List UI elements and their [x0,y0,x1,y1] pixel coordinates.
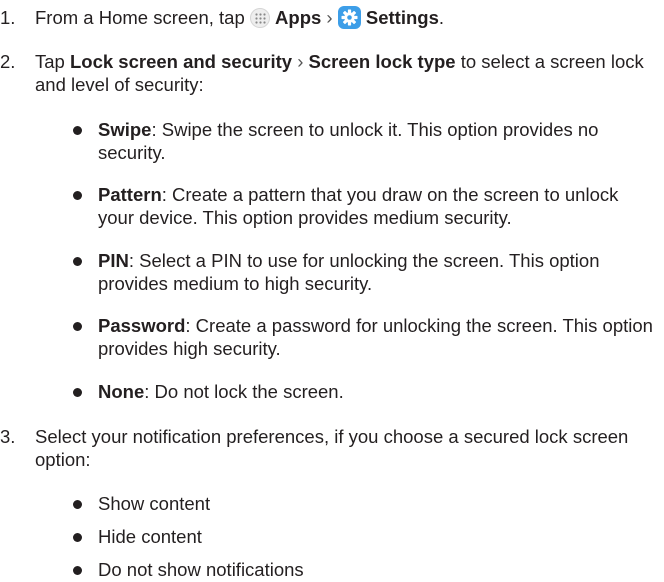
option-term: None [98,381,145,402]
lock-screen-label: Lock screen and security [69,51,293,72]
separator: › [321,7,338,28]
step-number: 3. [0,426,16,447]
step-text: From a Home screen, tap Apps › Settings. [35,6,655,29]
option-description: : Do not lock the screen. [144,381,344,402]
bullet-dot [73,257,82,266]
instructions-page: 1. From a Home screen, tap Apps › Settin… [0,0,664,582]
option-term: Pattern [98,184,162,205]
bullet-dot [73,388,82,397]
apps-grid-icon [249,8,270,28]
option-description: : Create a pattern that you draw on the … [98,184,619,228]
option-term: Password [98,315,186,336]
bullet-dot [73,566,82,575]
screen-lock-type-label: Screen lock type [308,51,456,72]
bullet-dot [73,126,82,135]
step-text-part: From a Home screen, tap [35,7,250,28]
step-text: Tap Lock screen and security › Screen lo… [35,50,655,96]
option-description: : Select a PIN to use for unlocking the … [98,250,600,294]
bullet-dot [73,191,82,200]
settings-gear-icon [337,6,361,29]
settings-label: Settings [365,7,439,28]
option-term: PIN [98,250,129,271]
step-text-part: Tap [35,51,70,72]
bullet-dot [73,322,82,331]
bullet-dot [73,500,82,509]
option-term: Swipe [98,119,152,140]
list-item-text: Do not show notifications [98,559,304,580]
option-description: : Swipe the screen to unlock it. This op… [98,119,599,163]
step-text: Select your notification preferences, if… [35,426,629,470]
list-item-text: Hide content [98,526,202,547]
bullet-dot [73,533,82,542]
step-text-part: . [438,7,444,28]
list-item-text: Show content [98,493,211,514]
step-number: 2. [0,51,16,72]
apps-label: Apps [275,7,322,28]
step-number: 1. [0,7,16,28]
separator: › [292,51,309,72]
